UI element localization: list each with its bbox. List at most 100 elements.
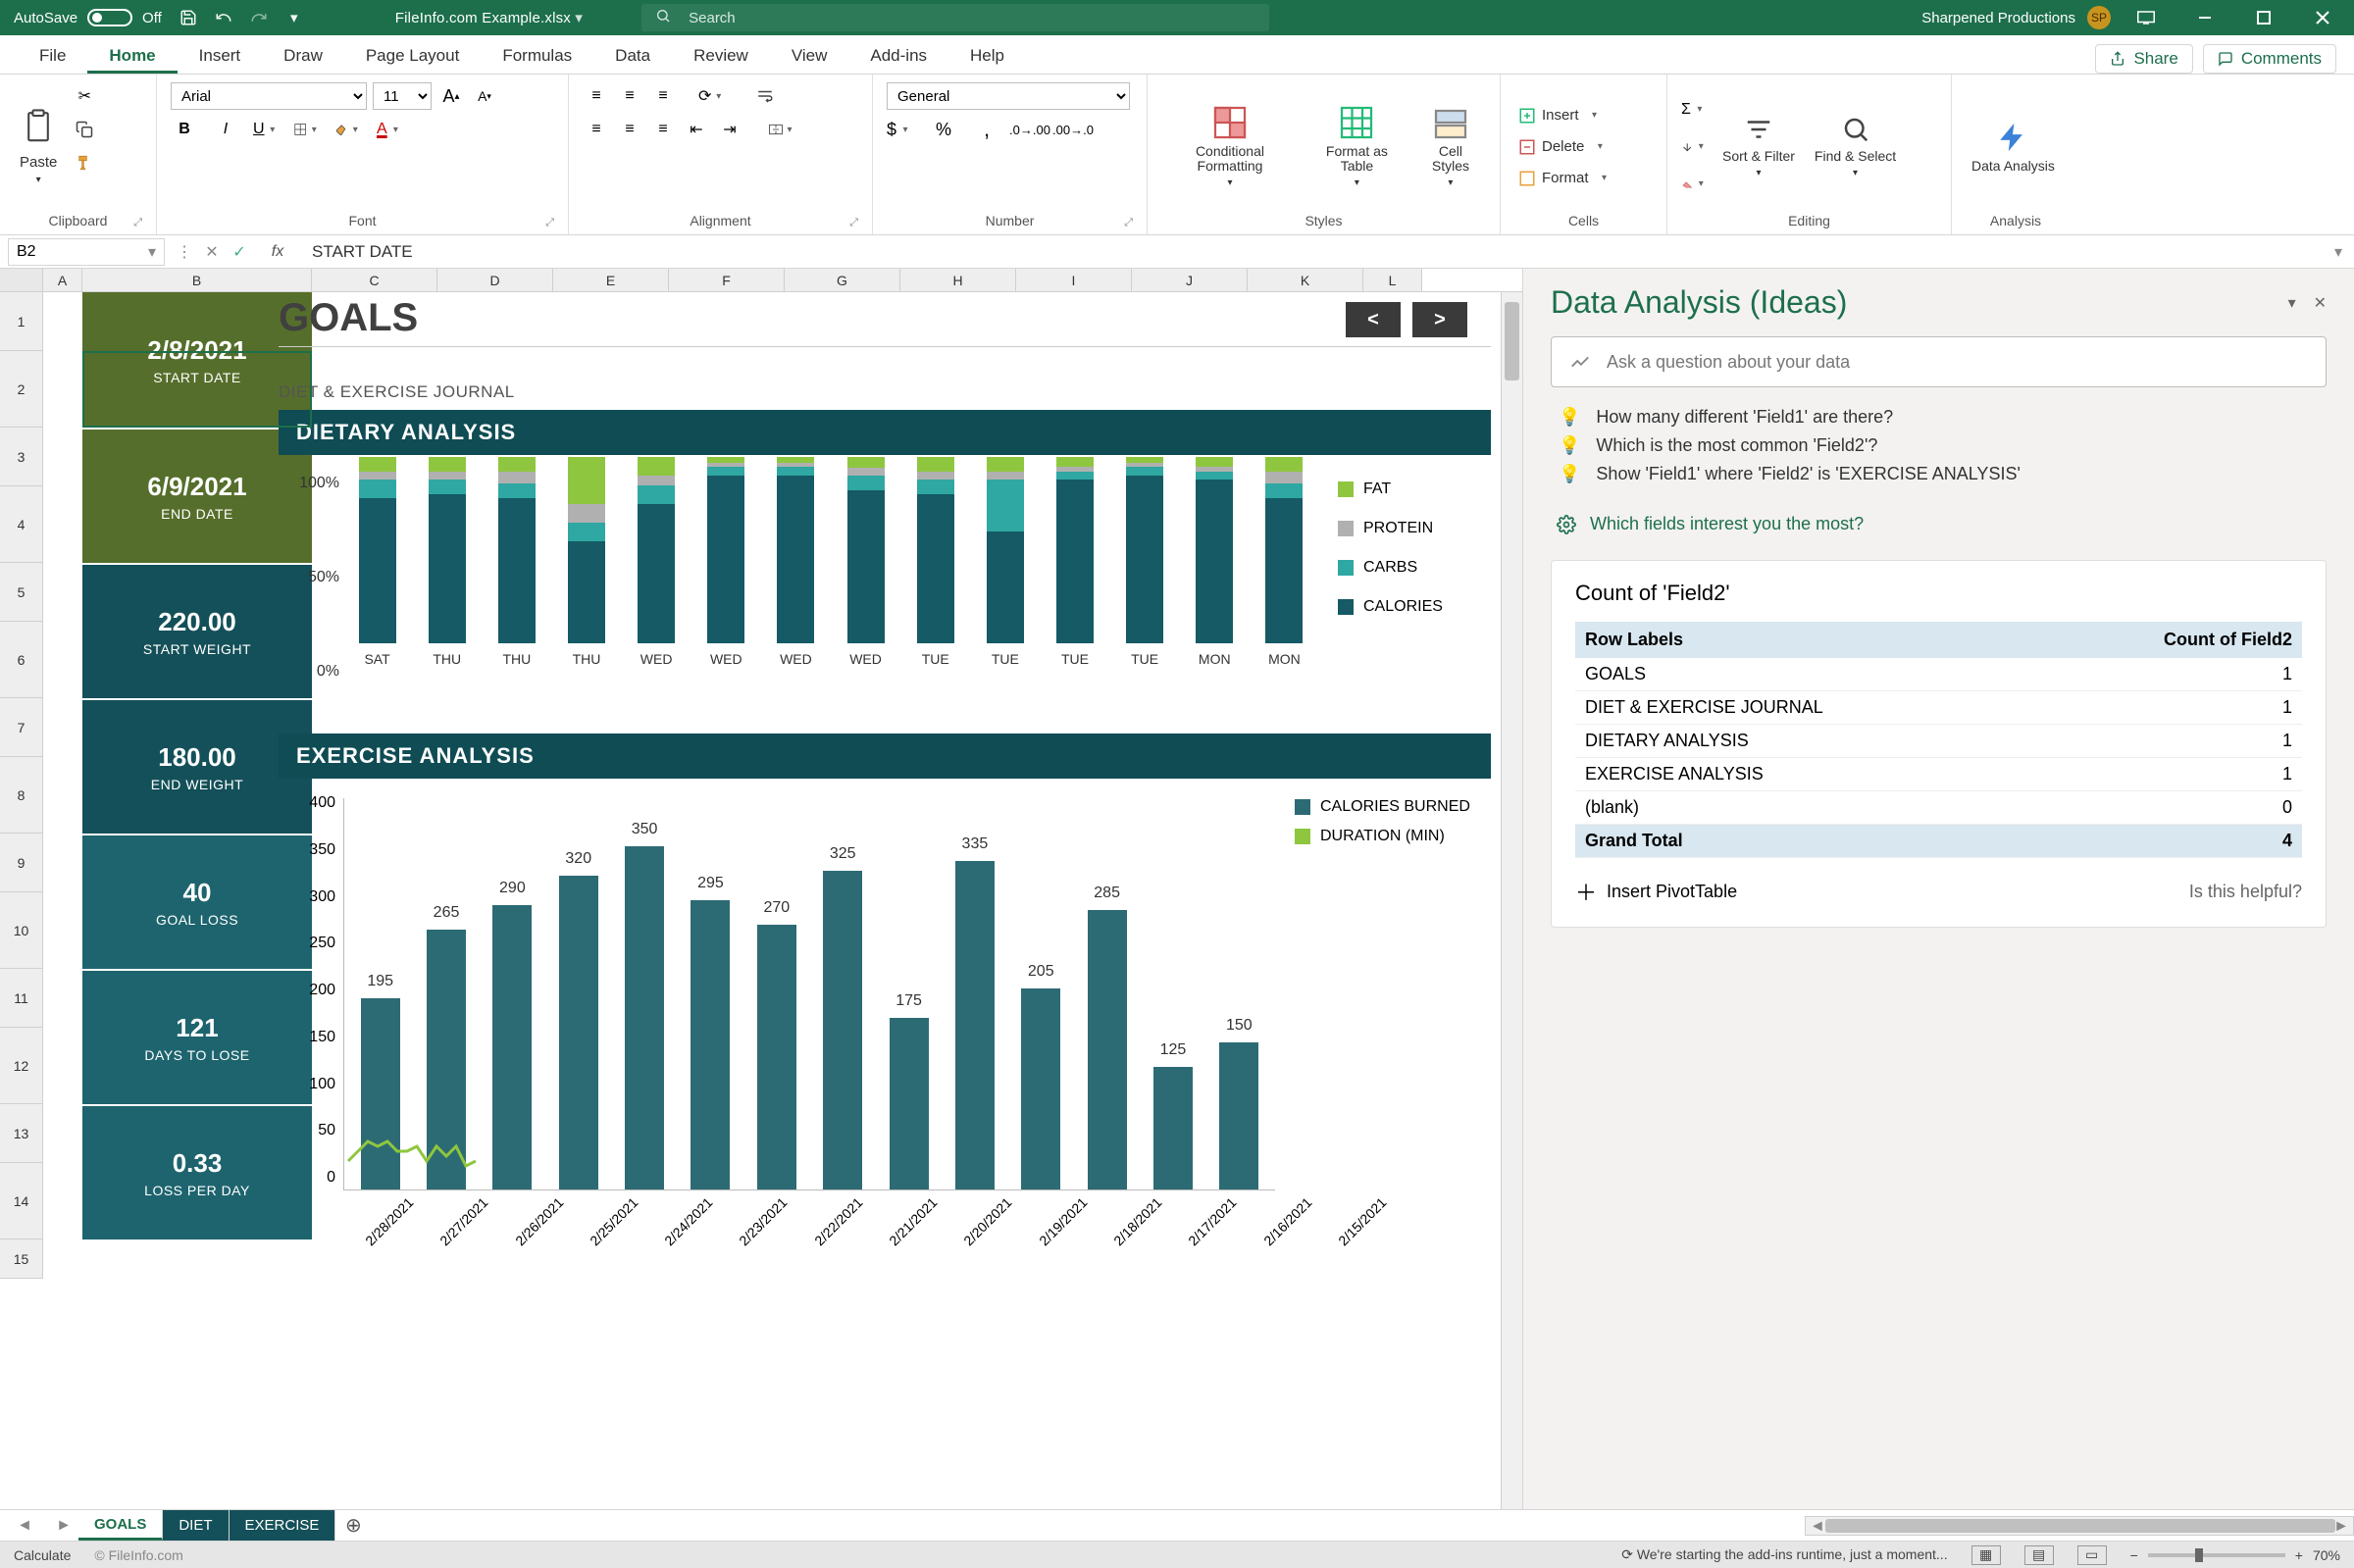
save-icon[interactable] xyxy=(179,9,197,26)
decrease-decimal-icon[interactable]: .00→.0 xyxy=(1059,116,1087,143)
col-header[interactable]: B xyxy=(82,269,312,291)
decrease-indent-icon[interactable]: ⇤ xyxy=(683,116,710,143)
sheet-tab[interactable]: DIET xyxy=(163,1510,229,1541)
formula-input[interactable]: START DATE xyxy=(302,242,2323,262)
helpful-link[interactable]: Is this helpful? xyxy=(2189,882,2302,902)
sheet-nav-prev-icon[interactable]: ◄ xyxy=(0,1517,49,1535)
ask-input[interactable]: Ask a question about your data xyxy=(1551,336,2327,387)
fill-color-icon[interactable]: ▾ xyxy=(335,116,363,143)
namebox-dropdown-icon[interactable]: ⋮ xyxy=(171,238,198,266)
number-format-select[interactable]: General xyxy=(887,82,1130,110)
redo-icon[interactable] xyxy=(250,9,268,26)
view-normal-icon[interactable]: ▦ xyxy=(1971,1545,2001,1565)
border-icon[interactable]: ▾ xyxy=(294,116,322,143)
sheet-nav-next-icon[interactable]: ► xyxy=(49,1517,78,1535)
suggestion-item[interactable]: 💡Which is the most common 'Field2'? xyxy=(1551,431,2327,460)
autosave-toggle[interactable]: AutoSave Off xyxy=(14,9,162,26)
increase-decimal-icon[interactable]: .0→.00 xyxy=(1016,116,1044,143)
underline-icon[interactable]: U▾ xyxy=(253,116,281,143)
orientation-icon[interactable]: ⟳▾ xyxy=(698,82,726,110)
row-header[interactable]: 3 xyxy=(0,428,43,486)
col-header[interactable]: D xyxy=(437,269,553,291)
col-header[interactable]: F xyxy=(669,269,785,291)
zoom-slider[interactable]: −+ 70% xyxy=(2130,1547,2340,1563)
merge-center-icon[interactable]: ▾ xyxy=(769,116,796,143)
pane-options-icon[interactable]: ▾ xyxy=(2271,293,2314,313)
dialog-launcher-icon[interactable]: ⤢ xyxy=(1124,217,1133,229)
confirm-entry-icon[interactable]: ✓ xyxy=(226,238,253,266)
copy-icon[interactable] xyxy=(71,116,98,143)
row-header[interactable]: 8 xyxy=(0,757,43,834)
suggestion-item[interactable]: 💡Show 'Field1' where 'Field2' is 'EXERCI… xyxy=(1551,460,2327,488)
view-page-break-icon[interactable]: ▭ xyxy=(2077,1545,2107,1565)
align-middle-icon[interactable]: ≡ xyxy=(616,82,643,110)
row-header[interactable]: 2 xyxy=(0,351,43,428)
comma-icon[interactable]: , xyxy=(973,116,1000,143)
row-header[interactable]: 10 xyxy=(0,892,43,969)
tab-formulas[interactable]: Formulas xyxy=(481,40,593,74)
bold-icon[interactable]: B xyxy=(171,116,198,143)
col-header[interactable]: A xyxy=(43,269,82,291)
font-color-icon[interactable]: A▾ xyxy=(377,116,404,143)
format-painter-icon[interactable] xyxy=(71,149,98,177)
col-header[interactable]: H xyxy=(900,269,1016,291)
avatar[interactable]: SP xyxy=(2087,6,2111,29)
customize-qat-icon[interactable]: ▾ xyxy=(285,9,303,26)
search-box[interactable]: Search xyxy=(641,4,1269,31)
row-header[interactable]: 11 xyxy=(0,969,43,1028)
shrink-font-icon[interactable]: A▾ xyxy=(471,82,498,110)
add-sheet-button[interactable]: ⊕ xyxy=(335,1513,371,1538)
percent-icon[interactable]: % xyxy=(930,116,957,143)
tab-review[interactable]: Review xyxy=(672,40,770,74)
col-header[interactable]: I xyxy=(1016,269,1132,291)
col-header[interactable]: E xyxy=(553,269,669,291)
name-box[interactable]: B2▾ xyxy=(8,238,165,266)
sheet-tab[interactable]: GOALS xyxy=(78,1510,163,1541)
tab-insert[interactable]: Insert xyxy=(178,40,263,74)
view-page-layout-icon[interactable]: ▤ xyxy=(2024,1545,2054,1565)
dialog-launcher-icon[interactable]: ⤢ xyxy=(545,217,554,229)
row-header[interactable]: 15 xyxy=(0,1239,43,1279)
format-as-table-button[interactable]: Format as Table▾ xyxy=(1306,82,1407,211)
currency-icon[interactable]: $▾ xyxy=(887,116,914,143)
align-bottom-icon[interactable]: ≡ xyxy=(649,82,677,110)
tab-page-layout[interactable]: Page Layout xyxy=(344,40,481,74)
row-header[interactable]: 12 xyxy=(0,1028,43,1104)
conditional-formatting-button[interactable]: Conditional Formatting▾ xyxy=(1161,82,1299,211)
row-header[interactable]: 5 xyxy=(0,563,43,622)
next-button[interactable]: > xyxy=(1412,302,1467,337)
interest-link[interactable]: Which fields interest you the most? xyxy=(1551,504,2327,544)
tab-home[interactable]: Home xyxy=(87,40,177,74)
data-analysis-button[interactable]: Data Analysis xyxy=(1966,82,2061,211)
row-header[interactable]: 9 xyxy=(0,834,43,892)
comments-button[interactable]: Comments xyxy=(2203,44,2336,74)
file-name[interactable]: FileInfo.com Example.xlsx ▾ xyxy=(395,9,583,26)
tab-add-ins[interactable]: Add-ins xyxy=(848,40,948,74)
tab-file[interactable]: File xyxy=(18,40,87,74)
select-all-corner[interactable] xyxy=(0,269,43,291)
suggestion-item[interactable]: 💡How many different 'Field1' are there? xyxy=(1551,403,2327,431)
col-header[interactable]: G xyxy=(785,269,900,291)
col-header[interactable]: C xyxy=(312,269,437,291)
find-select-button[interactable]: Find & Select▾ xyxy=(1809,82,1902,211)
fx-icon[interactable]: fx xyxy=(253,243,302,261)
clear-icon[interactable]: ▾ xyxy=(1681,171,1709,198)
align-center-icon[interactable]: ≡ xyxy=(616,116,643,143)
col-header[interactable]: L xyxy=(1363,269,1422,291)
col-header[interactable]: J xyxy=(1132,269,1248,291)
minimize-icon[interactable] xyxy=(2181,0,2228,35)
row-header[interactable]: 4 xyxy=(0,486,43,563)
autosum-icon[interactable]: Σ▾ xyxy=(1681,96,1709,124)
sheet-tab[interactable]: EXERCISE xyxy=(230,1510,336,1541)
cut-icon[interactable]: ✂ xyxy=(71,82,98,110)
ribbon-display-icon[interactable] xyxy=(2123,0,2170,35)
user-name[interactable]: Sharpened Productions xyxy=(1921,10,2075,26)
vertical-scrollbar[interactable] xyxy=(1501,292,1522,1509)
grow-font-icon[interactable]: A▴ xyxy=(437,82,465,110)
tab-help[interactable]: Help xyxy=(948,40,1026,74)
row-header[interactable]: 6 xyxy=(0,622,43,698)
align-top-icon[interactable]: ≡ xyxy=(583,82,610,110)
sort-filter-button[interactable]: Sort & Filter▾ xyxy=(1716,82,1801,211)
cancel-entry-icon[interactable]: ✕ xyxy=(198,238,226,266)
delete-cells-button[interactable]: Delete▾ xyxy=(1514,136,1618,158)
